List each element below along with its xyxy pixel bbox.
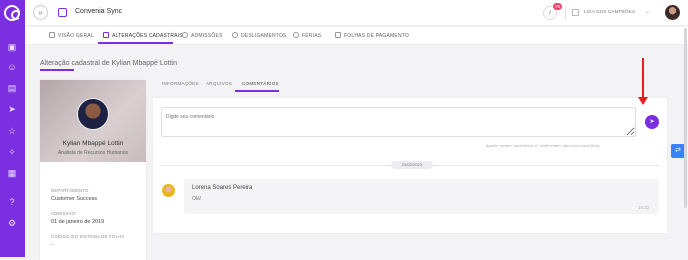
translate-icon[interactable]: ⇄: [671, 144, 685, 158]
help-icon[interactable]: ?: [7, 197, 17, 207]
briefcase-icon[interactable]: ▤: [7, 83, 17, 93]
profile-card: Kylian Mbappé Lottin Analista de Recurso…: [40, 80, 146, 260]
annotation-arrowhead: [638, 97, 648, 105]
notification-badge: 78: [553, 3, 562, 10]
profile-avatar: [77, 98, 109, 130]
people-icon[interactable]: ☺: [7, 62, 17, 72]
send-comment-button[interactable]: ➤: [645, 115, 659, 129]
payroll-icon: [335, 32, 341, 38]
tab-comentarios[interactable]: COMENTÁRIOS: [242, 81, 279, 86]
comment-author: Lorena Soares Pereira: [192, 185, 253, 191]
tab-informacoes[interactable]: INFORMAÇÕES: [162, 81, 199, 86]
comment-time: 15:22: [638, 205, 650, 210]
tab-alteracoes-cadastrais[interactable]: ALTERAÇÕES CADASTRAIS: [103, 32, 183, 39]
tab-visao-geral[interactable]: VISÃO GERAL: [49, 32, 94, 39]
field-value: -: [51, 242, 53, 248]
date-pill: 03/02/2023: [391, 161, 433, 169]
tab-desligamentos[interactable]: DESLIGAMENTOS: [232, 32, 287, 39]
person-add-icon: [182, 32, 188, 38]
field-label: DEPARTAMENTO: [51, 188, 89, 193]
active-tab-indicator: [98, 42, 173, 44]
tab-admissoes[interactable]: ADMISSÕES: [182, 32, 223, 39]
scrollbar[interactable]: [684, 28, 687, 208]
comment-author-avatar: [162, 184, 175, 197]
field-label: ADMISSÃO: [51, 211, 76, 216]
annotation-arrow: [642, 58, 644, 100]
sun-icon: [293, 32, 299, 38]
title-underline: [40, 69, 74, 71]
field-value: 01 de janeiro de 2019: [51, 219, 105, 225]
person-remove-icon: [232, 32, 238, 38]
profile-cover: Kylian Mbappé Lottin Analista de Recurso…: [40, 80, 146, 162]
comment-item: Lorena Soares Pereira Olá! 15:22: [184, 179, 659, 214]
building-icon: [572, 9, 579, 16]
comments-panel: ➤ Aperte <enter> para enviar e <shift+en…: [153, 98, 667, 233]
user-avatar[interactable]: [665, 5, 680, 20]
input-hint: Aperte <enter> para enviar e <shift+ente…: [486, 143, 601, 148]
bulb-icon[interactable]: ✧: [7, 147, 17, 157]
profile-role: Analista de Recursos Humanos: [57, 150, 129, 156]
comment-text: Olá!: [192, 196, 202, 202]
settings-icon[interactable]: ⚙: [7, 218, 17, 228]
field-value: Customer Success: [51, 196, 98, 202]
chevron-down-icon[interactable]: ⌄: [645, 8, 650, 15]
page-title: Alteração cadastral de Kylian Mbappé Lot…: [40, 60, 177, 67]
comment-input[interactable]: [161, 107, 636, 137]
edit-icon: [103, 32, 109, 38]
app-icon: [58, 8, 67, 17]
tab-ferias[interactable]: FÉRIAS: [293, 32, 321, 39]
send-icon[interactable]: ➤: [7, 104, 17, 114]
main-tabs: VISÃO GERAL ALTERAÇÕES CADASTRAIS ADMISS…: [25, 27, 688, 45]
report-icon[interactable]: ▦: [7, 168, 17, 178]
star-icon[interactable]: ☆: [7, 126, 17, 136]
company-selector[interactable]: LIGA DOS CAMPEÕES: [584, 9, 635, 14]
app-title: Convenia Sync: [75, 8, 123, 15]
field-label: CÓDIGO DO SISTEMA DE FOLHA: [51, 234, 125, 239]
sidebar: ▣ ☺ ▤ ➤ ☆ ✧ ▦ ? ⚙: [0, 0, 25, 257]
document-icon: [49, 32, 55, 38]
divider: [565, 6, 566, 20]
convenia-logo[interactable]: [4, 5, 21, 21]
active-subtab-indicator: [235, 90, 279, 92]
top-bar: » Convenia Sync ♪ 78 LIGA DOS CAMPEÕES ⌄: [25, 0, 688, 26]
tab-arquivos[interactable]: ARQUIVOS: [206, 81, 232, 86]
expand-sidebar-button[interactable]: »: [33, 5, 48, 20]
profile-name: Kylian Mbappé Lottin: [62, 140, 124, 147]
dashboard-icon[interactable]: ▣: [7, 42, 17, 52]
tab-folhas-de-pagamento[interactable]: FOLHAS DE PAGAMENTO: [335, 32, 409, 39]
